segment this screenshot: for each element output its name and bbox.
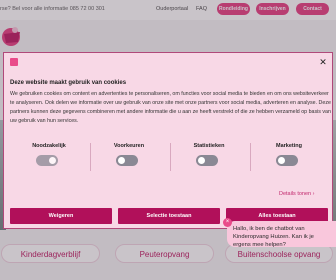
cookie-title: Deze website maakt gebruik van cookies [10, 80, 127, 86]
chat-close-icon[interactable]: × [223, 218, 232, 227]
toggle-noodzakelijk [36, 155, 58, 166]
chatbot-message: Hallo, ik ben de chatbot van Kinderopvan… [233, 226, 314, 248]
category-label: Marketing [276, 143, 302, 149]
category-statistieken: Statistieken [170, 143, 248, 171]
category-voorkeuren: Voorkeuren [90, 143, 168, 171]
chevron-right-icon: › [312, 191, 315, 197]
deny-button[interactable]: Weigeren [10, 208, 112, 224]
details-link[interactable]: Details tonen › [279, 191, 314, 197]
category-noodzakelijk: Noodzakelijk [10, 143, 88, 171]
allow-selection-button[interactable]: Selectie toestaan [118, 208, 220, 224]
category-label: Statistieken [193, 143, 225, 149]
cookie-description: We gebruiken cookies om content en adver… [10, 91, 331, 124]
cookie-consent-dialog: ✕ Deze website maakt gebruik van cookies… [3, 52, 333, 229]
toggle-marketing[interactable] [276, 155, 298, 166]
category-label: Voorkeuren [113, 143, 145, 149]
toggle-statistieken[interactable] [196, 155, 218, 166]
cookie-categories: Noodzakelijk Voorkeuren Statistieken Mar… [10, 143, 328, 173]
close-icon[interactable]: ✕ [317, 56, 329, 68]
toggle-voorkeuren[interactable] [116, 155, 138, 166]
chatbot-bubble[interactable]: Hallo, ik ben de chatbot van Kinderopvan… [227, 221, 336, 248]
category-label: Noodzakelijk [32, 143, 66, 149]
details-label: Details tonen [279, 191, 312, 197]
cookie-brand-icon [10, 58, 18, 66]
category-marketing: Marketing [250, 143, 328, 171]
